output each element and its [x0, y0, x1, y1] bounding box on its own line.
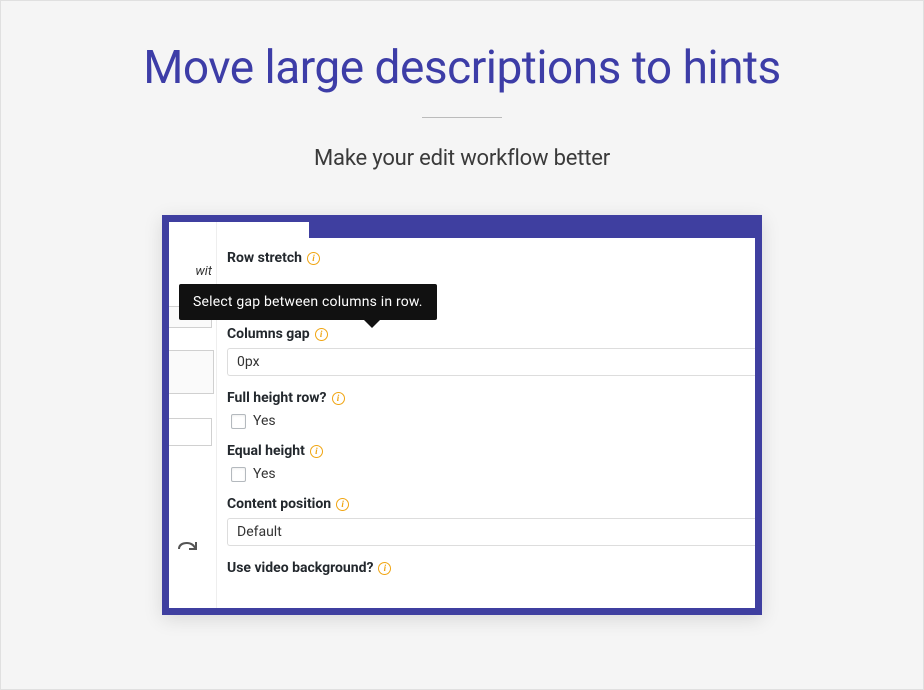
screenshot-card: wit 4 — [162, 215, 762, 615]
equal-height-option: Yes — [253, 466, 276, 482]
form-area: Select gap between columns in row. Row s… — [217, 222, 755, 608]
active-tab-indicator[interactable] — [217, 222, 309, 238]
info-icon[interactable]: i — [332, 392, 345, 405]
info-icon[interactable]: i — [310, 445, 323, 458]
content-position-select[interactable]: Default — [227, 518, 755, 546]
equal-height-checkbox-row[interactable]: Yes — [217, 466, 755, 482]
info-icon[interactable]: i — [307, 252, 320, 265]
field-content-position: Content position i Default — [217, 496, 755, 546]
field-equal-height: Equal height i Yes — [217, 443, 755, 482]
info-icon[interactable]: i — [315, 328, 328, 341]
left-frag-text: wit — [195, 264, 212, 279]
frame-header-strip — [309, 222, 755, 238]
field-columns-gap: Columns gap i 0px — [217, 326, 755, 376]
info-icon[interactable]: i — [378, 562, 391, 575]
page-title: Move large descriptions to hints — [143, 41, 781, 95]
content-position-value: Default — [237, 524, 282, 540]
full-height-option: Yes — [253, 413, 276, 429]
divider — [422, 117, 502, 118]
field-row-stretch: Row stretch i — [217, 250, 755, 266]
left-box-3 — [169, 418, 212, 446]
equal-height-label: Equal height — [227, 443, 305, 459]
full-height-checkbox-row[interactable]: Yes — [217, 413, 755, 429]
columns-gap-value: 0px — [237, 354, 260, 370]
field-video-bg: Use video background? i — [217, 560, 755, 576]
field-full-height: Full height row? i Yes — [217, 390, 755, 429]
info-icon[interactable]: i — [336, 498, 349, 511]
left-sidebar-fragment: wit 4 — [169, 222, 217, 608]
hint-tooltip: Select gap between columns in row. — [179, 284, 437, 320]
video-bg-label: Use video background? — [227, 560, 373, 576]
checkbox-icon[interactable] — [231, 467, 246, 482]
left-box-2 — [169, 350, 214, 394]
page-subtitle: Make your edit workflow better — [314, 146, 610, 171]
row-stretch-label: Row stretch — [227, 250, 302, 266]
screenshot-frame: wit 4 — [162, 215, 762, 615]
redo-arrow-icon — [176, 540, 198, 554]
full-height-label: Full height row? — [227, 390, 327, 406]
columns-gap-label: Columns gap — [227, 326, 310, 342]
checkbox-icon[interactable] — [231, 414, 246, 429]
columns-gap-select[interactable]: 0px — [227, 348, 755, 376]
content-position-label: Content position — [227, 496, 331, 512]
